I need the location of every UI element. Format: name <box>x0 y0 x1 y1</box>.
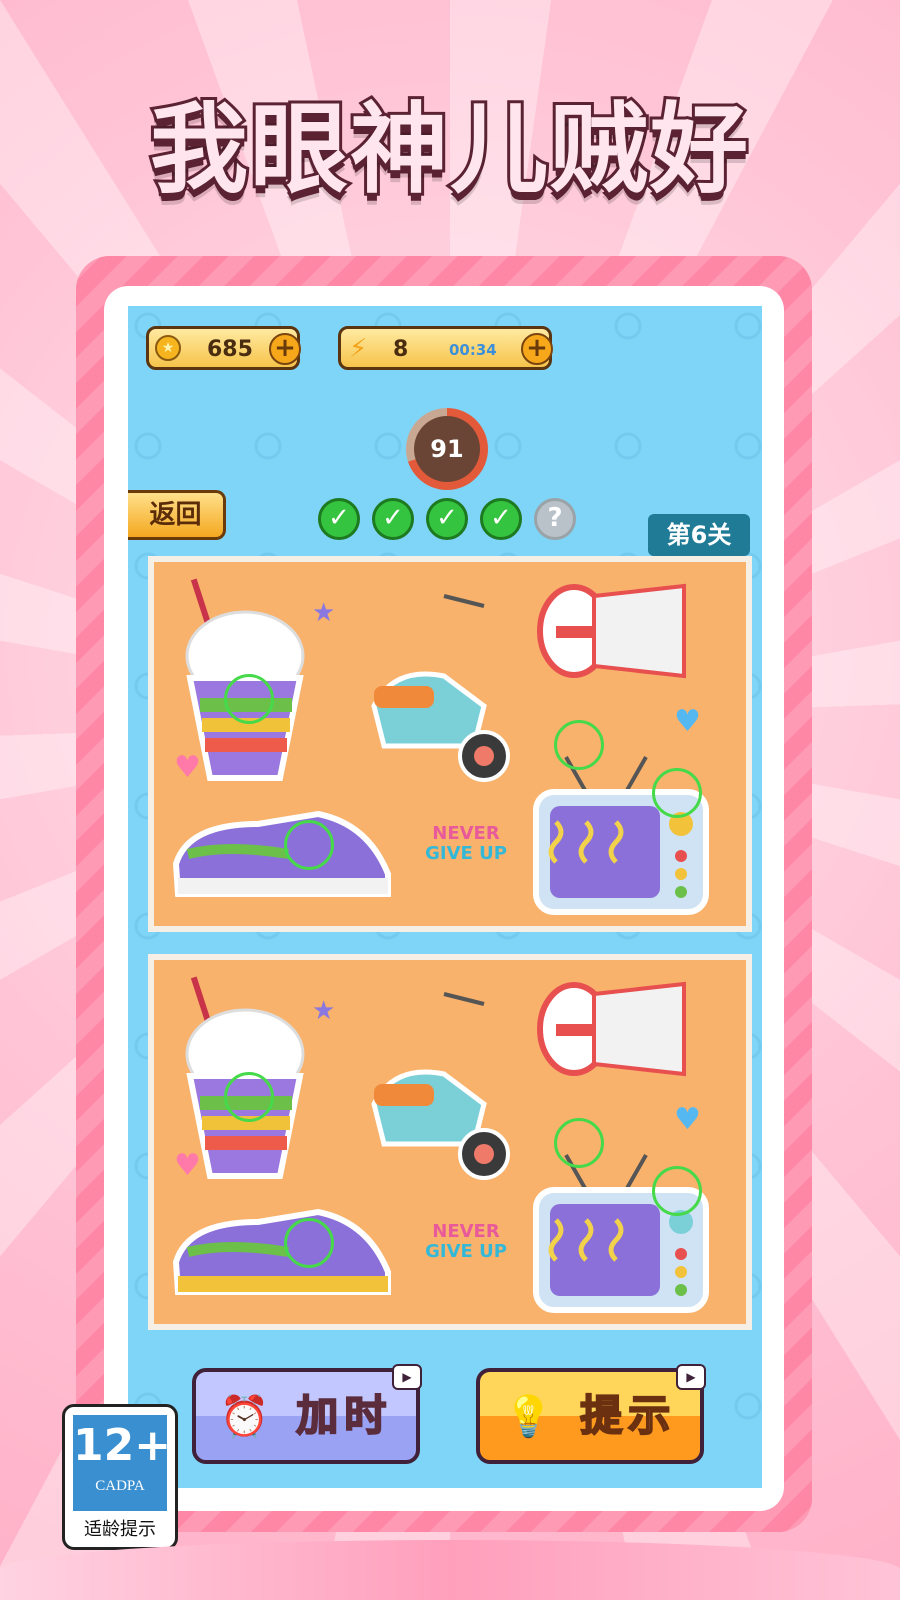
coin-value: 685 <box>207 337 253 362</box>
scooter-sticker <box>371 992 510 1180</box>
top-picture-panel[interactable]: NEVER GIVE UP ★ ♥ ♥ <box>148 556 752 932</box>
found-difference-marker <box>554 1118 604 1168</box>
age-rating-caption: 适龄提示 <box>84 1519 156 1540</box>
energy-value: 8 <box>393 337 409 362</box>
found-difference-marker <box>652 768 702 818</box>
game-title: 我眼神儿贼好 <box>147 90 751 210</box>
video-ad-icon: ▶ <box>392 1364 422 1390</box>
bottom-picture-panel[interactable]: NEVER GIVE UP ★ ♥ ♥ <box>148 954 752 1330</box>
never-give-up-sticker: NEVER GIVE UP <box>416 824 516 864</box>
lightning-icon: ⚡ <box>349 334 368 364</box>
found-difference-marker <box>284 820 334 870</box>
decorative-bottom-wave <box>0 1540 900 1600</box>
add-time-button[interactable]: ⏰ 加时 <box>192 1368 420 1464</box>
unknown-question-icon: ? <box>534 498 576 540</box>
scooter-sticker <box>371 594 510 782</box>
heart-icon: ♥ <box>174 750 201 785</box>
slogan-line1: NEVER <box>432 1221 500 1242</box>
star-icon: ★ <box>312 598 336 628</box>
found-difference-marker <box>224 1072 274 1122</box>
found-check-icon: ✓ <box>372 498 414 540</box>
found-progress: ✓ ✓ ✓ ✓ ? <box>318 498 576 540</box>
hint-button[interactable]: 💡 提示 <box>476 1368 704 1464</box>
back-button[interactable]: 返回 <box>128 490 226 540</box>
score-value: 91 <box>414 416 480 482</box>
coin-icon: ★ <box>155 335 181 361</box>
sneaker-sticker <box>172 1208 391 1295</box>
slogan-line1: NEVER <box>432 823 500 844</box>
lightbulb-icon: 💡 <box>503 1394 560 1440</box>
found-difference-marker <box>224 674 274 724</box>
found-difference-marker <box>284 1218 334 1268</box>
score-timer-ring: 91 <box>406 408 488 490</box>
megaphone-sticker <box>537 981 686 1077</box>
add-time-label: 加时 <box>295 1390 393 1441</box>
never-give-up-sticker: NEVER GIVE UP <box>416 1222 516 1262</box>
found-check-icon: ✓ <box>480 498 522 540</box>
alarm-clock-icon: ⏰ <box>219 1394 276 1440</box>
age-rating-badge: 12+ CADPA 适龄提示 <box>62 1404 178 1550</box>
energy-timer: 00:34 <box>449 341 497 359</box>
megaphone-sticker <box>537 583 686 679</box>
hint-label: 提示 <box>579 1390 677 1441</box>
heart-icon: ♥ <box>674 1102 701 1137</box>
slogan-line2: GIVE UP <box>425 843 507 864</box>
age-rating-number: 12+ <box>73 1420 172 1471</box>
add-coins-button[interactable]: + <box>269 333 301 365</box>
found-check-icon: ✓ <box>318 498 360 540</box>
heart-icon: ♥ <box>174 1148 201 1183</box>
sneaker-sticker <box>172 810 391 897</box>
video-ad-icon: ▶ <box>676 1364 706 1390</box>
found-difference-marker <box>554 720 604 770</box>
level-tag: 第6关 <box>648 514 750 556</box>
found-check-icon: ✓ <box>426 498 468 540</box>
slogan-line2: GIVE UP <box>425 1241 507 1262</box>
star-icon: ★ <box>312 996 336 1026</box>
found-difference-marker <box>652 1166 702 1216</box>
energy-counter: ⚡ 8 00:34 + <box>338 326 553 370</box>
heart-icon: ♥ <box>674 704 701 739</box>
add-energy-button[interactable]: + <box>521 333 553 365</box>
age-rating-org: CADPA <box>95 1478 145 1494</box>
age-rating-box: 12+ CADPA <box>73 1415 172 1511</box>
coin-counter: ★ 685 + <box>146 326 301 370</box>
